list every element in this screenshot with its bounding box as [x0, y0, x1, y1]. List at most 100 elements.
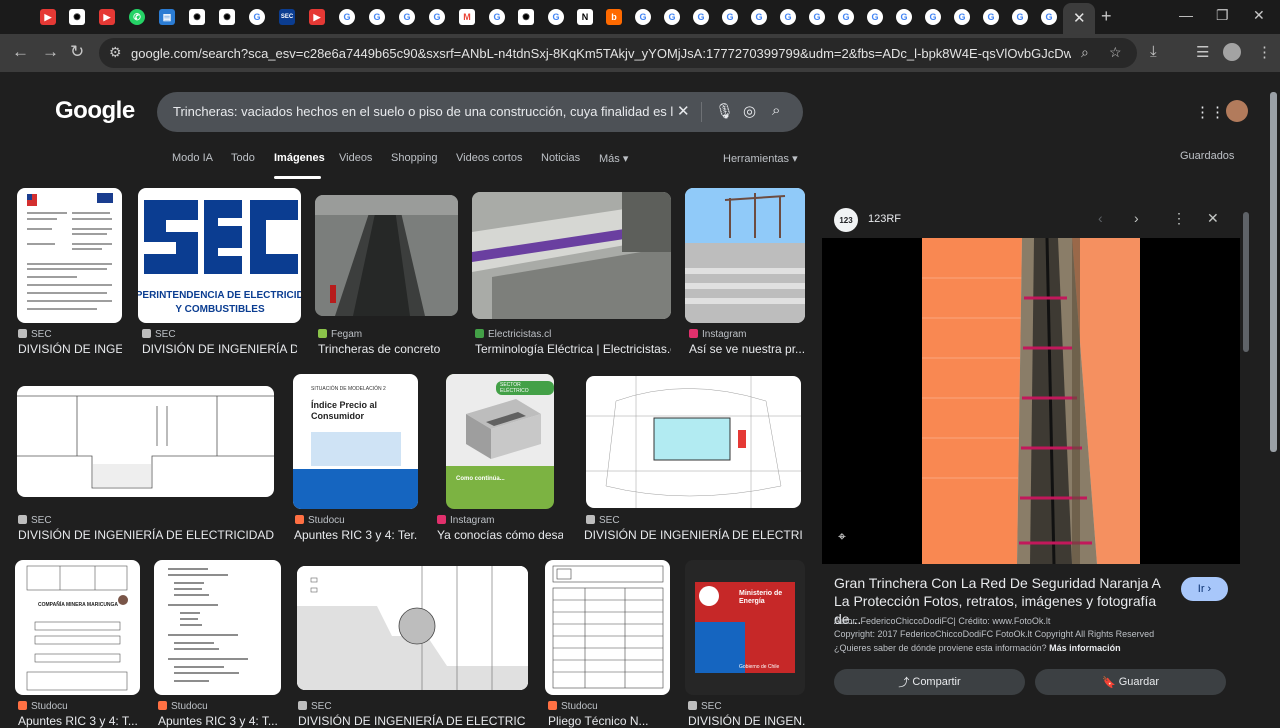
site-name[interactable]: 123RF — [868, 213, 901, 225]
google-icon[interactable]: G — [838, 9, 854, 25]
apps-grid-icon[interactable]: ⋮⋮ — [1195, 103, 1225, 121]
result-source[interactable]: Studocu — [295, 515, 345, 526]
close-tab-icon[interactable]: ✕ — [1073, 9, 1086, 27]
active-tab[interactable]: ✕ — [1063, 3, 1095, 34]
google-icon[interactable]: G — [896, 9, 912, 25]
more-options-icon[interactable]: ⋮ — [1172, 210, 1186, 227]
google-icon[interactable]: G — [548, 9, 564, 25]
chatgpt-icon[interactable]: ✺ — [518, 9, 534, 25]
search-icon[interactable]: ⌕ — [772, 102, 780, 119]
youtube-icon[interactable]: ▶ — [99, 9, 115, 25]
tab-modo-ia[interactable]: Modo IA — [172, 152, 213, 164]
youtube-icon[interactable]: ▶ — [40, 9, 56, 25]
whatsapp-icon[interactable]: ✆ — [129, 9, 145, 25]
google-icon[interactable]: G — [249, 9, 265, 25]
bookmark-star-icon[interactable]: ☆ — [1109, 44, 1122, 61]
preview-image-area[interactable]: ⌖ — [822, 238, 1240, 564]
google-icon[interactable]: G — [369, 9, 385, 25]
google-icon[interactable]: G — [339, 9, 355, 25]
menu-icon[interactable]: ⋮ — [1257, 43, 1272, 61]
visit-button[interactable]: Ir › — [1181, 577, 1228, 601]
result-source[interactable]: Studocu — [548, 701, 598, 712]
result-thumbnail[interactable]: COMPAÑÍA MINERA MARICUNGA — [15, 560, 140, 695]
google-icon[interactable]: G — [751, 9, 767, 25]
google-icon[interactable]: G — [954, 9, 970, 25]
clear-icon[interactable]: ✕ — [677, 102, 690, 120]
next-icon[interactable]: › — [1134, 210, 1139, 226]
google-logo[interactable]: Google — [55, 97, 135, 125]
google-icon[interactable]: G — [780, 9, 796, 25]
profile-avatar[interactable] — [1223, 43, 1241, 61]
close-icon[interactable]: ✕ — [1207, 210, 1219, 227]
result-source[interactable]: Studocu — [18, 701, 68, 712]
result-thumbnail[interactable] — [586, 376, 801, 508]
result-title[interactable]: DIVISIÓN DE INGENIERÍA D... — [142, 342, 297, 356]
google-icon[interactable]: G — [867, 9, 883, 25]
previous-icon[interactable]: ‹ — [1098, 210, 1103, 226]
google-icon[interactable]: G — [1041, 9, 1057, 25]
lens-icon[interactable]: ◎ — [743, 102, 756, 120]
google-icon[interactable]: G — [809, 9, 825, 25]
forward-icon[interactable]: → — [42, 42, 59, 62]
google-icon[interactable]: G — [1012, 9, 1028, 25]
url-text[interactable]: google.com/search?sca_esv=c28e6a7449b65c… — [131, 46, 1071, 61]
site-logo[interactable]: 123 — [834, 208, 858, 232]
visual-search-icon[interactable]: ⌖ — [838, 528, 858, 548]
reload-icon[interactable]: ↻ — [70, 42, 84, 62]
result-title[interactable]: Apuntes RIC 3 y 4: T... — [18, 714, 138, 728]
google-icon[interactable]: G — [399, 9, 415, 25]
account-avatar[interactable] — [1226, 100, 1248, 122]
save-button[interactable]: 🔖 Guardar — [1035, 669, 1226, 695]
page-scrollbar[interactable] — [1270, 92, 1277, 452]
tab-videos[interactable]: Videos — [339, 152, 372, 164]
result-source[interactable]: Instagram — [437, 515, 494, 526]
new-tab-button[interactable]: + — [1101, 6, 1112, 27]
notion-icon[interactable]: N — [577, 9, 593, 25]
zoom-icon[interactable]: ⌕ — [1081, 44, 1089, 61]
google-icon[interactable]: G — [664, 9, 680, 25]
result-source[interactable]: Electricistas.cl — [475, 329, 551, 340]
result-source[interactable]: SEC — [142, 329, 176, 340]
result-thumbnail[interactable]: SUPERINTENDENCIA DE ELECTRICIDAD Y COMBU… — [138, 188, 301, 323]
tab-noticias[interactable]: Noticias — [541, 152, 580, 164]
result-source[interactable]: Studocu — [158, 701, 208, 712]
google-icon[interactable]: G — [489, 9, 505, 25]
google-icon[interactable]: G — [722, 9, 738, 25]
chatgpt-icon[interactable]: ✺ — [219, 9, 235, 25]
result-title[interactable]: Apuntes RIC 3 y 4: Ter... — [294, 528, 418, 542]
microphone-icon[interactable]: 🎙 — [715, 102, 734, 120]
search-input[interactable]: Trincheras: vaciados hechos en el suelo … — [173, 104, 673, 119]
sec-icon[interactable]: SEC — [279, 9, 295, 25]
close-window-button[interactable]: ✕ — [1253, 7, 1265, 24]
result-title[interactable]: DIVISIÓN DE INGENIERÍA DE ELECTRICID... — [298, 714, 526, 728]
google-icon[interactable]: G — [983, 9, 999, 25]
chatgpt-icon[interactable]: ✺ — [69, 9, 85, 25]
back-icon[interactable]: ← — [12, 42, 29, 62]
google-icon[interactable]: G — [925, 9, 941, 25]
result-thumbnail[interactable] — [17, 386, 274, 497]
result-source[interactable]: SEC — [18, 329, 52, 340]
tab-videos-cortos[interactable]: Videos cortos — [456, 152, 522, 164]
tab-todo[interactable]: Todo — [231, 152, 255, 164]
result-title[interactable]: Así se ve nuestra pr... — [689, 342, 805, 356]
more-info-link[interactable]: Más información — [1049, 643, 1121, 653]
result-thumbnail[interactable] — [545, 560, 670, 695]
reading-list-icon[interactable]: ☰ — [1196, 43, 1209, 61]
result-thumbnail[interactable]: SECTOR ELÉCTRICO Como continúa... — [446, 374, 554, 509]
blogger-icon[interactable]: b — [606, 9, 622, 25]
result-title[interactable]: Ya conocías cómo desa... — [437, 528, 563, 542]
result-source[interactable]: SEC — [18, 515, 52, 526]
chatgpt-icon[interactable]: ✺ — [189, 9, 205, 25]
tab-mas[interactable]: Más ▾ — [599, 152, 628, 165]
result-thumbnail[interactable] — [154, 560, 281, 695]
result-source[interactable]: SEC — [298, 701, 332, 712]
result-thumbnail[interactable]: SITUACIÓN DE MODELACIÓN 2 Índice Precio … — [293, 374, 418, 509]
result-thumbnail[interactable] — [315, 195, 458, 316]
tab-shopping[interactable]: Shopping — [391, 152, 438, 164]
saved-button[interactable]: Guardados — [1180, 150, 1234, 162]
search-box[interactable]: Trincheras: vaciados hechos en el suelo … — [157, 92, 803, 132]
result-title[interactable]: Apuntes RIC 3 y 4: T... — [158, 714, 278, 728]
result-title[interactable]: Pliego Técnico N... — [548, 714, 670, 728]
share-button[interactable]: ⤴ Compartir — [834, 669, 1025, 695]
result-thumbnail[interactable] — [685, 188, 805, 323]
